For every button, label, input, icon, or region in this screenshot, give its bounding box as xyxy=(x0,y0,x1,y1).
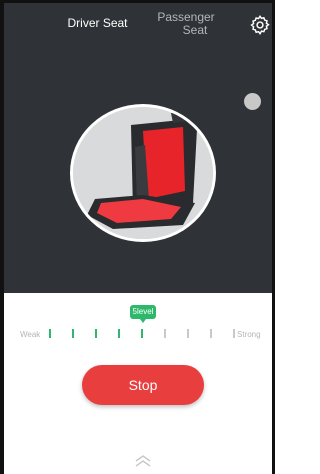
chevron-up-icon[interactable] xyxy=(133,454,153,468)
scale-tick-end xyxy=(233,329,235,338)
tab-passenger-seat[interactable]: Passenger Seat xyxy=(156,11,216,37)
side-toggle-dot[interactable] xyxy=(244,93,261,110)
scale-tick-3[interactable] xyxy=(95,329,97,338)
level-badge: 5level xyxy=(130,305,156,323)
stop-button[interactable]: Stop xyxy=(82,365,204,405)
scale-tick-7[interactable] xyxy=(187,329,189,338)
tab-driver-seat[interactable]: Driver Seat xyxy=(60,17,135,30)
tab-passenger-label-line2: Seat xyxy=(182,23,208,37)
scale-tick-8[interactable] xyxy=(210,329,212,338)
scale-tick-4[interactable] xyxy=(118,329,120,338)
scale-tick-2[interactable] xyxy=(72,329,74,338)
intensity-scale[interactable]: Weak Strong xyxy=(20,329,268,341)
frame-edge-right xyxy=(272,0,275,474)
scale-tick-5[interactable] xyxy=(141,329,143,338)
seat-illustration xyxy=(73,107,213,239)
seat-image xyxy=(70,104,216,242)
scale-tick-6[interactable] xyxy=(164,329,166,338)
app-screen: Driver Seat Passenger Seat 5level Weak S… xyxy=(0,0,275,474)
gear-icon[interactable] xyxy=(249,14,271,36)
scale-max-label: Strong xyxy=(237,330,261,339)
frame-edge-top xyxy=(0,0,275,3)
frame-edge-left xyxy=(0,0,4,474)
scale-tick-1[interactable] xyxy=(49,329,51,338)
scale-min-label: Weak xyxy=(20,330,41,339)
